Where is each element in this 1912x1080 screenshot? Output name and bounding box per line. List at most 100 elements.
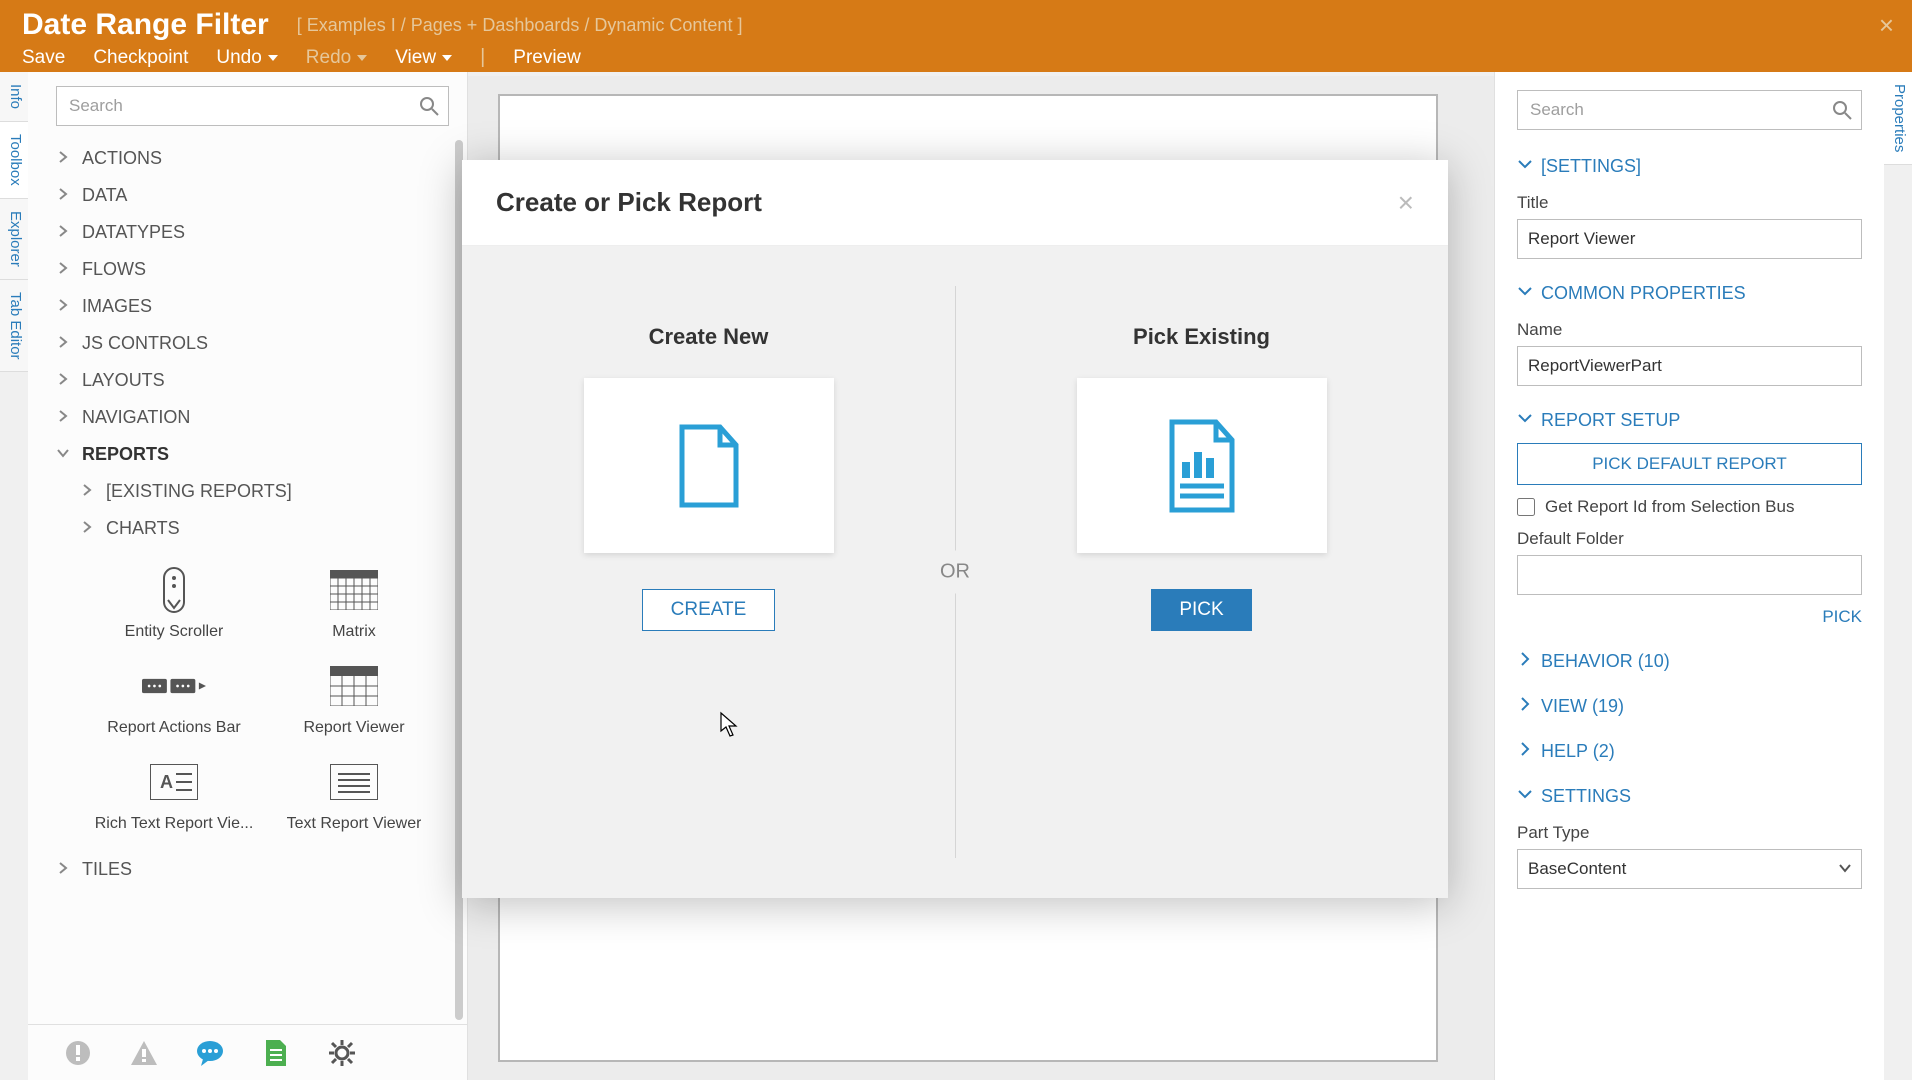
- chevron-down-icon: [357, 55, 367, 61]
- tool-text-report-viewer[interactable]: Text Report Viewer: [264, 747, 444, 843]
- tool-label: Report Viewer: [303, 719, 404, 737]
- tree-item-layouts[interactable]: LAYOUTS: [28, 362, 467, 399]
- chevron-right-icon: [56, 859, 70, 880]
- breadcrumb: [ Examples I / Pages + Dashboards / Dyna…: [297, 15, 743, 36]
- create-new-card[interactable]: [584, 378, 834, 553]
- modal-title: Create or Pick Report: [496, 187, 762, 218]
- tree-item-js-controls[interactable]: JS CONTROLS: [28, 325, 467, 362]
- tool-report-viewer[interactable]: Report Viewer: [264, 651, 444, 747]
- side-tab-properties[interactable]: Properties: [1884, 72, 1912, 165]
- blank-document-icon: [674, 423, 744, 509]
- gear-icon[interactable]: [326, 1037, 358, 1069]
- chevron-down-icon: [1517, 786, 1533, 807]
- chevron-down-icon: [268, 55, 278, 61]
- search-icon: [1832, 100, 1852, 120]
- chevron-down-icon: [1838, 861, 1852, 880]
- modal-close-icon[interactable]: ×: [1398, 187, 1414, 219]
- save-button[interactable]: Save: [22, 47, 65, 69]
- chevron-down-icon: [442, 55, 452, 61]
- pick-link[interactable]: PICK: [1517, 607, 1862, 627]
- chevron-right-icon: [1517, 696, 1533, 717]
- toolbox-panel: ACTIONS DATA DATATYPES FLOWS IMAGES JS C…: [28, 72, 468, 1080]
- checkpoint-button[interactable]: Checkpoint: [93, 47, 188, 69]
- chevron-right-icon: [56, 407, 70, 428]
- section-common-properties[interactable]: COMMON PROPERTIES: [1517, 271, 1862, 316]
- tree-item-navigation[interactable]: NAVIGATION: [28, 399, 467, 436]
- close-icon[interactable]: ×: [1879, 10, 1894, 41]
- tree-item-images[interactable]: IMAGES: [28, 288, 467, 325]
- default-folder-input[interactable]: [1517, 555, 1862, 595]
- chevron-right-icon: [80, 481, 94, 502]
- default-folder-label: Default Folder: [1517, 529, 1862, 549]
- report-viewer-icon: [322, 661, 386, 711]
- pick-existing-card[interactable]: [1077, 378, 1327, 553]
- create-button[interactable]: CREATE: [642, 589, 776, 631]
- title-input[interactable]: [1517, 219, 1862, 259]
- side-tab-tab-editor[interactable]: Tab Editor: [0, 280, 28, 373]
- matrix-icon: [322, 565, 386, 615]
- redo-button[interactable]: Redo: [306, 47, 367, 69]
- part-type-label: Part Type: [1517, 823, 1862, 843]
- section-view[interactable]: VIEW (19): [1517, 684, 1862, 729]
- toolbox-tree[interactable]: ACTIONS DATA DATATYPES FLOWS IMAGES JS C…: [28, 136, 467, 1024]
- tool-rich-text-report-viewer[interactable]: A Rich Text Report Vie...: [84, 747, 264, 843]
- name-label: Name: [1517, 320, 1862, 340]
- bottom-toolbar: [28, 1024, 467, 1080]
- rich-text-report-viewer-icon: A: [142, 757, 206, 807]
- tree-item-datatypes[interactable]: DATATYPES: [28, 214, 467, 251]
- pick-button[interactable]: PICK: [1151, 589, 1251, 631]
- chevron-down-icon: [1517, 283, 1533, 304]
- tool-entity-scroller[interactable]: Entity Scroller: [84, 555, 264, 651]
- chevron-right-icon: [1517, 741, 1533, 762]
- create-new-column: Create New CREATE: [462, 246, 955, 898]
- chat-icon[interactable]: [194, 1037, 226, 1069]
- chevron-down-icon: [56, 444, 70, 465]
- svg-text:A: A: [160, 772, 173, 792]
- tree-item-charts[interactable]: CHARTS: [28, 510, 467, 547]
- chevron-right-icon: [56, 370, 70, 391]
- pick-default-report-button[interactable]: PICK DEFAULT REPORT: [1517, 443, 1862, 485]
- section-behavior[interactable]: BEHAVIOR (10): [1517, 639, 1862, 684]
- search-icon: [419, 96, 439, 116]
- toolbox-search-input[interactable]: [56, 86, 449, 126]
- warning-icon[interactable]: [128, 1037, 160, 1069]
- pick-existing-title: Pick Existing: [1133, 324, 1270, 350]
- chevron-right-icon: [56, 333, 70, 354]
- section-settings-brackets[interactable]: [SETTINGS]: [1517, 144, 1862, 189]
- tool-label: Matrix: [332, 623, 376, 641]
- get-report-id-checkbox[interactable]: [1517, 498, 1535, 516]
- divider: |: [480, 46, 485, 69]
- tree-item-data[interactable]: DATA: [28, 177, 467, 214]
- tree-item-existing-reports[interactable]: [EXISTING REPORTS]: [28, 473, 467, 510]
- tree-item-reports[interactable]: REPORTS: [28, 436, 467, 473]
- title-label: Title: [1517, 193, 1862, 213]
- document-icon[interactable]: [260, 1037, 292, 1069]
- name-input[interactable]: [1517, 346, 1862, 386]
- part-type-select[interactable]: [1517, 849, 1862, 889]
- tree-item-flows[interactable]: FLOWS: [28, 251, 467, 288]
- report-document-icon: [1162, 418, 1242, 514]
- undo-button[interactable]: Undo: [216, 47, 277, 69]
- side-tab-explorer[interactable]: Explorer: [0, 199, 28, 280]
- properties-panel: [SETTINGS] Title COMMON PROPERTIES Name …: [1494, 72, 1884, 1080]
- tree-item-actions[interactable]: ACTIONS: [28, 140, 467, 177]
- tree-item-tiles[interactable]: TILES: [28, 851, 467, 888]
- tool-label: Rich Text Report Vie...: [95, 815, 254, 833]
- chevron-right-icon: [56, 148, 70, 169]
- section-help[interactable]: HELP (2): [1517, 729, 1862, 774]
- section-settings[interactable]: SETTINGS: [1517, 774, 1862, 819]
- report-actions-bar-icon: [142, 661, 206, 711]
- side-tab-toolbox[interactable]: Toolbox: [0, 122, 28, 199]
- tool-report-actions-bar[interactable]: Report Actions Bar: [84, 651, 264, 747]
- preview-button[interactable]: Preview: [513, 47, 581, 69]
- properties-search-input[interactable]: [1517, 90, 1862, 130]
- view-button[interactable]: View: [395, 47, 452, 69]
- side-tab-info[interactable]: Info: [0, 72, 28, 122]
- get-report-id-checkbox-row[interactable]: Get Report Id from Selection Bus: [1517, 497, 1862, 517]
- section-report-setup[interactable]: REPORT SETUP: [1517, 398, 1862, 443]
- alert-icon[interactable]: [62, 1037, 94, 1069]
- text-report-viewer-icon: [322, 757, 386, 807]
- tool-matrix[interactable]: Matrix: [264, 555, 444, 651]
- or-label: OR: [940, 551, 970, 594]
- pick-existing-column: Pick Existing PICK: [955, 246, 1448, 898]
